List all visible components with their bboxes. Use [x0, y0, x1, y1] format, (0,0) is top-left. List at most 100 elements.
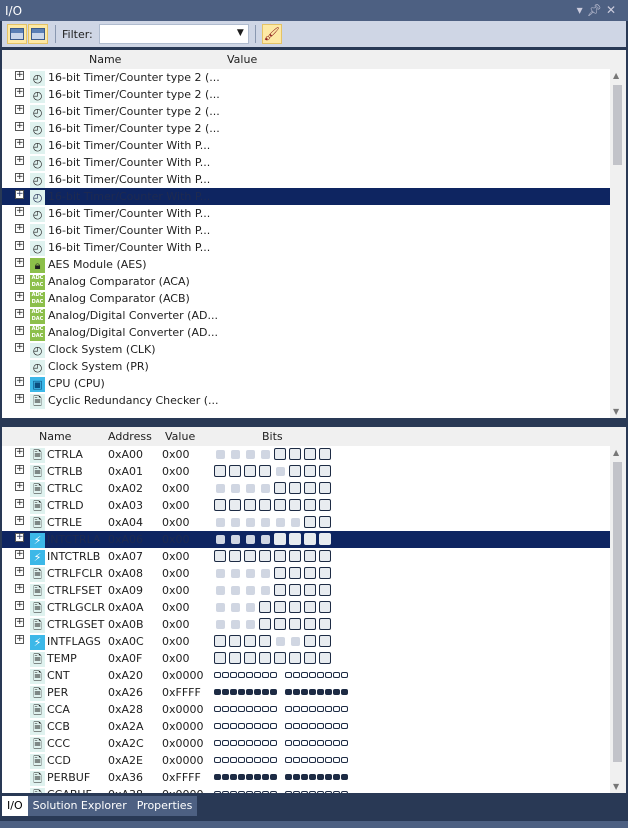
scroll-up-icon[interactable]: ▲: [613, 71, 619, 80]
bit-box[interactable]: [304, 465, 316, 477]
register-row[interactable]: 🗎︎ CCD 0xA2E 0x0000: [2, 752, 626, 769]
bit-box[interactable]: [304, 448, 316, 460]
bit-box[interactable]: [230, 602, 240, 612]
bit-dot[interactable]: [325, 672, 332, 678]
bit-box[interactable]: [245, 602, 255, 612]
scroll-thumb[interactable]: [613, 462, 622, 762]
tree-item[interactable]: ◴ Clock System (PR): [2, 358, 626, 375]
register-value[interactable]: 0x00: [162, 635, 190, 648]
tab-solution-explorer[interactable]: Solution Explorer: [27, 796, 132, 816]
expand-icon[interactable]: +: [15, 173, 24, 182]
register-value[interactable]: 0x00: [162, 584, 190, 597]
expand-icon[interactable]: +: [15, 122, 24, 131]
bit-dot[interactable]: [293, 757, 300, 763]
expand-icon[interactable]: +: [15, 448, 24, 457]
tree-item[interactable]: + ◴ 16-bit Timer/Counter With P...: [2, 205, 626, 222]
bit-dot[interactable]: [246, 757, 253, 763]
bit-dot[interactable]: [262, 706, 269, 712]
register-row[interactable]: + 🗎︎ CTRLB 0xA01 0x00: [2, 463, 626, 480]
bit-box[interactable]: [259, 635, 271, 647]
tree-item[interactable]: + ◴ 16-bit Timer/Counter type 2 (...: [2, 86, 626, 103]
bit-dot[interactable]: [222, 672, 229, 678]
expand-icon[interactable]: +: [15, 292, 24, 301]
bit-dot[interactable]: [222, 689, 229, 695]
bit-box[interactable]: [244, 465, 256, 477]
bit-dot[interactable]: [293, 791, 300, 793]
column-address[interactable]: Address: [108, 430, 152, 443]
scroll-thumb[interactable]: [613, 85, 622, 165]
expand-icon[interactable]: +: [15, 618, 24, 627]
bit-dot[interactable]: [309, 774, 316, 780]
tree-item[interactable]: + ◴ 16-bit Timer/Counter With P...: [2, 171, 626, 188]
bit-box[interactable]: [245, 585, 255, 595]
bit-dot[interactable]: [270, 706, 277, 712]
bit-dot[interactable]: [238, 791, 245, 793]
bit-dot[interactable]: [285, 774, 292, 780]
bit-box[interactable]: [214, 550, 226, 562]
bit-dot[interactable]: [301, 706, 308, 712]
register-value[interactable]: 0x00: [162, 652, 190, 665]
tree-item[interactable]: + ▣ CPU (CPU): [2, 375, 626, 392]
bit-box[interactable]: [304, 652, 316, 664]
bit-dot[interactable]: [254, 723, 261, 729]
bit-dot[interactable]: [230, 791, 237, 793]
bit-dot[interactable]: [317, 774, 324, 780]
bit-box[interactable]: [215, 585, 225, 595]
bit-dot[interactable]: [333, 672, 340, 678]
close-icon[interactable]: ✕: [606, 3, 620, 17]
tab-properties[interactable]: Properties: [131, 796, 198, 816]
bit-box[interactable]: [304, 567, 316, 579]
bit-box[interactable]: [304, 550, 316, 562]
register-value[interactable]: 0x00: [162, 533, 190, 546]
bit-dot[interactable]: [246, 689, 253, 695]
bit-dot[interactable]: [325, 791, 332, 793]
bit-box[interactable]: [244, 652, 256, 664]
bit-box[interactable]: [289, 499, 301, 511]
bit-box[interactable]: [215, 449, 225, 459]
expand-icon[interactable]: +: [15, 275, 24, 284]
bit-dot[interactable]: [230, 723, 237, 729]
bit-box[interactable]: [215, 517, 225, 527]
bit-box[interactable]: [230, 534, 240, 544]
bit-box[interactable]: [274, 482, 286, 494]
bit-dot[interactable]: [317, 757, 324, 763]
bit-dot[interactable]: [285, 706, 292, 712]
bit-dot[interactable]: [341, 740, 348, 746]
register-value[interactable]: 0xFFFF: [162, 771, 201, 784]
bit-dot[interactable]: [325, 723, 332, 729]
expand-icon[interactable]: +: [15, 343, 24, 352]
register-row[interactable]: + 🗎︎ CTRLFSET 0xA09 0x00: [2, 582, 626, 599]
bit-dot[interactable]: [285, 723, 292, 729]
register-value[interactable]: 0x0000: [162, 720, 204, 733]
bit-dot[interactable]: [325, 740, 332, 746]
bit-box[interactable]: [304, 516, 316, 528]
bit-dot[interactable]: [254, 740, 261, 746]
bit-dot[interactable]: [325, 757, 332, 763]
bit-dot[interactable]: [222, 757, 229, 763]
bit-dot[interactable]: [309, 706, 316, 712]
bit-box[interactable]: [274, 652, 286, 664]
bit-dot[interactable]: [341, 723, 348, 729]
register-row[interactable]: 🗎︎CCABUF 0xA38 0x0000: [2, 786, 626, 793]
bit-dot[interactable]: [254, 706, 261, 712]
bit-box[interactable]: [289, 567, 301, 579]
bit-box[interactable]: [290, 517, 300, 527]
bit-box[interactable]: [214, 635, 226, 647]
tree-item[interactable]: + ADC DAC Analog Comparator (ACA): [2, 273, 626, 290]
bit-dot[interactable]: [214, 740, 221, 746]
bit-dot[interactable]: [222, 774, 229, 780]
bit-box[interactable]: [259, 465, 271, 477]
bit-dot[interactable]: [285, 740, 292, 746]
tree-item[interactable]: + ◴ 16-bit Timer/Counter With P...: [2, 239, 626, 256]
tree-item[interactable]: + ◴ 16-bit Timer/Counter type 2 (...: [2, 120, 626, 137]
dropdown-icon[interactable]: ▾: [577, 3, 587, 17]
bit-dot[interactable]: [238, 706, 245, 712]
bit-dot[interactable]: [317, 723, 324, 729]
bit-dot[interactable]: [254, 774, 261, 780]
bit-box[interactable]: [319, 635, 331, 647]
bit-box[interactable]: [229, 465, 241, 477]
bit-box[interactable]: [319, 516, 331, 528]
bit-box[interactable]: [319, 482, 331, 494]
bit-dot[interactable]: [270, 791, 277, 793]
bit-box[interactable]: [260, 585, 270, 595]
